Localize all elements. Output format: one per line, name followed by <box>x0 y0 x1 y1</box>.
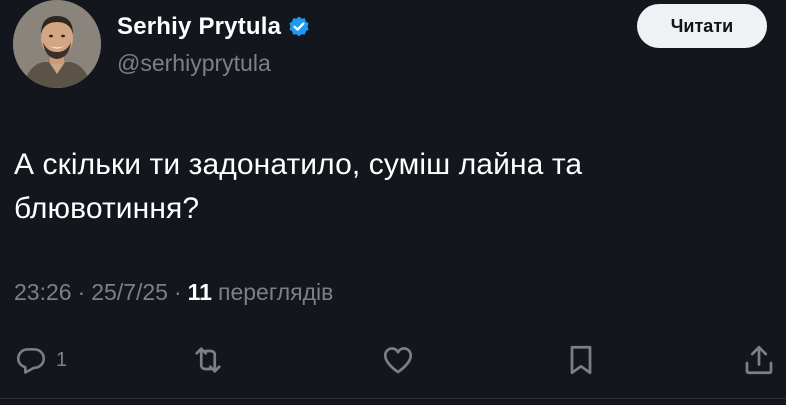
avatar-image <box>13 0 101 88</box>
heart-icon <box>380 342 416 378</box>
author-name[interactable]: Serhiy Prytula <box>117 13 281 41</box>
tweet-text-line-1: А скільки ти задонатило, суміш лайна та <box>14 148 583 181</box>
action-bar: 1 <box>0 336 786 386</box>
tweet-time[interactable]: 23:26 <box>14 279 72 306</box>
tweet-text: А скільки ти задонатило, суміш лайна та … <box>14 143 774 231</box>
divider <box>0 398 786 399</box>
bookmark-icon <box>563 342 599 378</box>
views-label: переглядів <box>217 279 334 305</box>
share-icon <box>741 342 777 378</box>
author-handle[interactable]: @serhiyprytula <box>117 50 271 77</box>
retweet-button[interactable] <box>190 340 226 380</box>
tweet-text-line-2: блювотиння? <box>14 192 200 225</box>
tweet-date[interactable]: 25/7/25 <box>91 279 168 306</box>
reply-button[interactable]: 1 <box>14 340 67 380</box>
reply-icon <box>14 343 48 377</box>
verified-badge-icon <box>287 15 311 39</box>
reply-count: 1 <box>56 348 68 371</box>
meta-separator: · <box>173 279 182 305</box>
bookmark-button[interactable] <box>563 340 599 380</box>
views-count: 11 <box>187 279 212 305</box>
share-button[interactable] <box>741 340 777 380</box>
avatar[interactable] <box>13 0 101 88</box>
tweet-meta: 23:26 · 25/7/25 · 11 переглядів <box>14 279 333 306</box>
retweet-icon <box>190 342 226 378</box>
author-name-row: Serhiy Prytula <box>117 10 311 44</box>
like-button[interactable] <box>380 340 416 380</box>
follow-button[interactable]: Читати <box>637 4 767 48</box>
tweet-card: Serhiy Prytula @serhiyprytula Читати А с… <box>0 0 786 405</box>
meta-separator: · <box>77 279 86 305</box>
